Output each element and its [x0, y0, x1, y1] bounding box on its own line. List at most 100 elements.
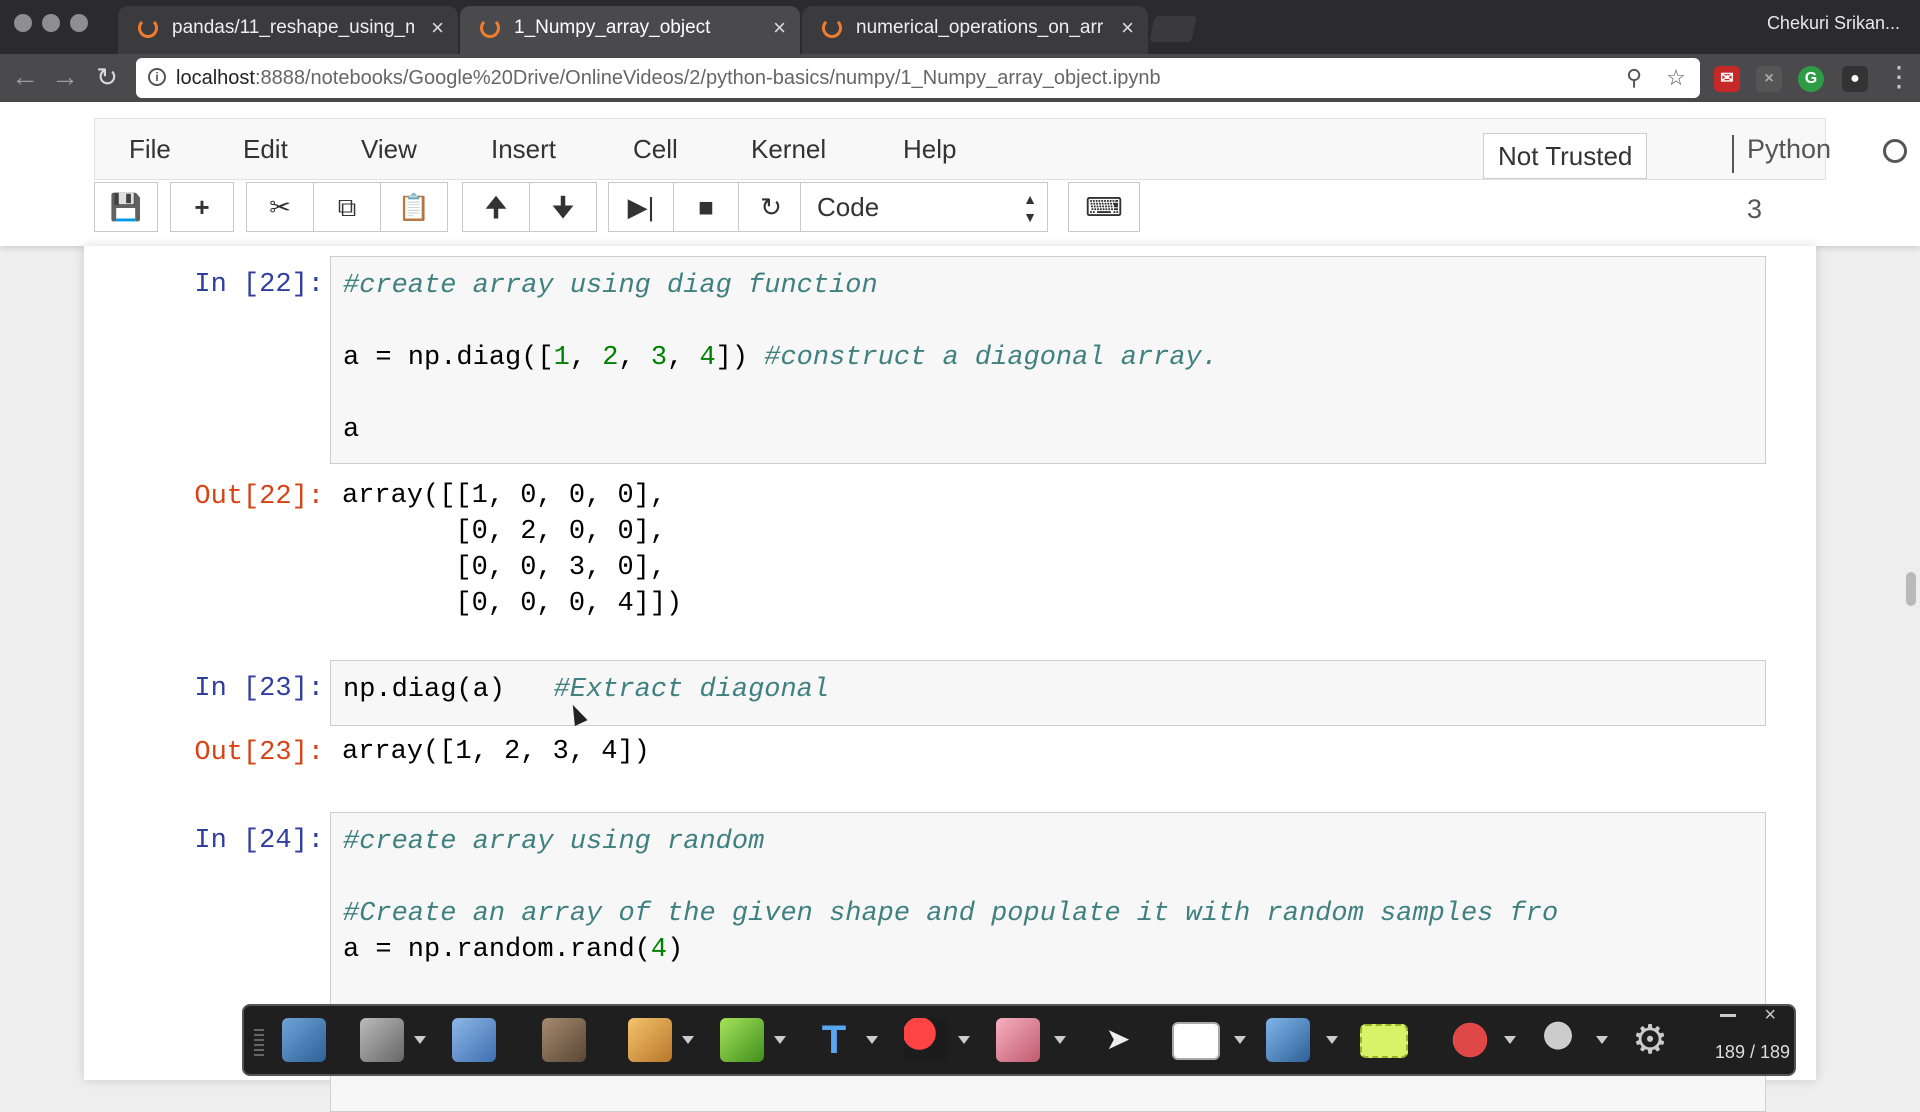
info-icon[interactable]: i [148, 68, 166, 86]
new-tab-button[interactable] [1149, 16, 1197, 42]
chevron-down-icon[interactable] [1234, 1036, 1246, 1044]
save-button[interactable]: 💾 [94, 182, 158, 232]
code-cell-input[interactable]: np.diag(a) #Extract diagonal [330, 660, 1766, 726]
tab-numpy-array-object[interactable]: 1_Numpy_array_object × [460, 6, 800, 54]
close-icon[interactable]: × [773, 6, 786, 50]
chevron-down-icon[interactable] [1504, 1036, 1516, 1044]
chevron-down-icon[interactable] [866, 1036, 878, 1044]
copy-button[interactable]: ⧉ [313, 182, 381, 232]
chevron-down-icon[interactable] [958, 1036, 970, 1044]
menu-help[interactable]: Help [903, 119, 956, 179]
tab-numerical-operations[interactable]: numerical_operations_on_array × [802, 6, 1148, 54]
save-page-icon[interactable] [360, 1018, 404, 1062]
chevron-down-icon[interactable] [774, 1036, 786, 1044]
window-minimize-button[interactable] [42, 14, 60, 32]
highlighter-icon[interactable] [720, 1018, 764, 1062]
input-prompt: In [22]: [194, 270, 324, 300]
pointer-star-icon[interactable] [282, 1018, 326, 1062]
window-close-button[interactable] [14, 14, 32, 32]
code-line: np.diag(a) #Extract diagonal [343, 675, 830, 705]
page-scrollbar[interactable] [1906, 572, 1916, 606]
input-prompt: In [23]: [194, 674, 324, 704]
code-line: a = np.diag([1, 2, 3, 4]) #construct a d… [343, 343, 1218, 373]
reload-icon[interactable]: ↻ [90, 60, 124, 94]
window-maximize-button[interactable] [70, 14, 88, 32]
drag-handle[interactable] [254, 1028, 264, 1056]
hammer-icon[interactable] [1266, 1018, 1310, 1062]
menu-edit[interactable]: Edit [243, 119, 288, 179]
paste-button[interactable]: 📋 [380, 182, 448, 232]
close-icon[interactable]: × [431, 6, 444, 50]
browser-tab-strip: pandas/11_reshape_using_me × 1_Numpy_arr… [0, 0, 1920, 54]
code-line: #create array using diag function [343, 271, 878, 301]
chevron-down-icon[interactable] [1054, 1036, 1066, 1044]
arrow-up-icon: 🠉 [485, 192, 507, 222]
cell-type-select[interactable]: Code ▲ ▼ [800, 182, 1048, 232]
address-bar[interactable]: i localhost:8888/notebooks/Google%20Driv… [136, 58, 1700, 98]
menu-kernel[interactable]: Kernel [751, 119, 826, 179]
eraser-icon[interactable] [996, 1018, 1040, 1062]
url-text[interactable]: localhost:8888/notebooks/Google%20Drive/… [176, 58, 1161, 98]
pen-icon[interactable] [628, 1018, 672, 1062]
undo-icon[interactable] [452, 1018, 496, 1062]
forward-arrow-icon[interactable]: → [48, 60, 82, 94]
output-prompt: Out[22]: [194, 482, 324, 512]
output-prompt: Out[23]: [194, 738, 324, 768]
restart-button[interactable]: ↻ [738, 182, 804, 232]
grammarly-extension-icon[interactable]: G [1798, 66, 1824, 92]
chevron-down-icon[interactable] [682, 1036, 694, 1044]
star-icon[interactable]: ☆ [1662, 64, 1690, 92]
chevron-down-icon[interactable] [1596, 1036, 1608, 1044]
gmail-extension-icon[interactable]: ✉ [1714, 66, 1740, 92]
interrupt-button[interactable]: ■ [673, 182, 739, 232]
browser-nav-bar: ← → ↻ i localhost:8888/notebooks/Google%… [0, 54, 1920, 102]
close-icon[interactable]: × [1764, 1004, 1776, 1027]
redo-icon[interactable] [542, 1018, 586, 1062]
arrow-cursor-icon[interactable]: ➤ [1096, 1018, 1140, 1062]
run-button[interactable]: ▶| [608, 182, 674, 232]
whiteboard-icon[interactable] [1172, 1022, 1220, 1060]
cut-button[interactable]: ✂ [246, 182, 314, 232]
extension-badge-icon[interactable]: ● [1842, 66, 1868, 92]
kernel-name[interactable]: Python 3 [1747, 119, 1831, 239]
code-cell-input[interactable]: #create array using diag function a = np… [330, 256, 1766, 464]
menubar: File Edit View Insert Cell Kernel Help N… [94, 118, 1907, 224]
tab-pandas-reshape[interactable]: pandas/11_reshape_using_me × [118, 6, 458, 54]
minimize-icon[interactable] [1720, 1014, 1736, 1017]
zoom-icon[interactable]: ⚲ [1620, 64, 1648, 92]
chevron-down-icon[interactable] [414, 1036, 426, 1044]
record-icon[interactable] [1448, 1018, 1492, 1062]
text-tool-icon[interactable]: T [812, 1018, 856, 1062]
back-arrow-icon[interactable]: ← [8, 60, 42, 94]
command-palette-button[interactable]: ⌨ [1068, 182, 1140, 232]
jupyter-header: File Edit View Insert Cell Kernel Help N… [0, 102, 1920, 246]
webcam-icon[interactable] [1536, 1018, 1580, 1062]
paste-icon: 📋 [397, 192, 431, 222]
menu-view[interactable]: View [361, 119, 417, 179]
insert-cell-button[interactable]: + [170, 182, 234, 232]
menu-cell[interactable]: Cell [633, 119, 678, 179]
move-up-button[interactable]: 🠉 [462, 182, 530, 232]
profile-name[interactable]: Chekuri Srikan... [1767, 0, 1900, 46]
move-down-button[interactable]: 🠋 [529, 182, 597, 232]
cell-output: array([1, 2, 3, 4]) [342, 737, 650, 767]
shapes-icon[interactable] [904, 1018, 948, 1062]
chevron-down-icon[interactable] [1326, 1036, 1338, 1044]
save-icon: 💾 [109, 192, 143, 222]
jupyter-icon [480, 18, 500, 38]
code-line: a = np.random.rand(4) [343, 935, 684, 965]
copy-icon: ⧉ [337, 192, 357, 222]
menu-file[interactable]: File [129, 119, 171, 179]
not-trusted-button[interactable]: Not Trusted [1483, 133, 1648, 179]
jupyter-icon [138, 18, 158, 38]
code-line: #Create an array of the given shape and … [343, 899, 1559, 929]
tab-title: numerical_operations_on_array [856, 17, 1104, 38]
run-icon: ▶| [627, 192, 655, 222]
browser-menu-icon[interactable]: ⋮ [1882, 60, 1916, 94]
gear-icon[interactable]: ⚙ [1628, 1018, 1672, 1062]
close-icon[interactable]: × [1121, 6, 1134, 50]
screen-region-icon[interactable] [1360, 1024, 1408, 1058]
menu-insert[interactable]: Insert [491, 119, 556, 179]
close-extension-icon[interactable]: × [1756, 66, 1782, 92]
arrow-down-icon: 🠋 [552, 192, 574, 222]
